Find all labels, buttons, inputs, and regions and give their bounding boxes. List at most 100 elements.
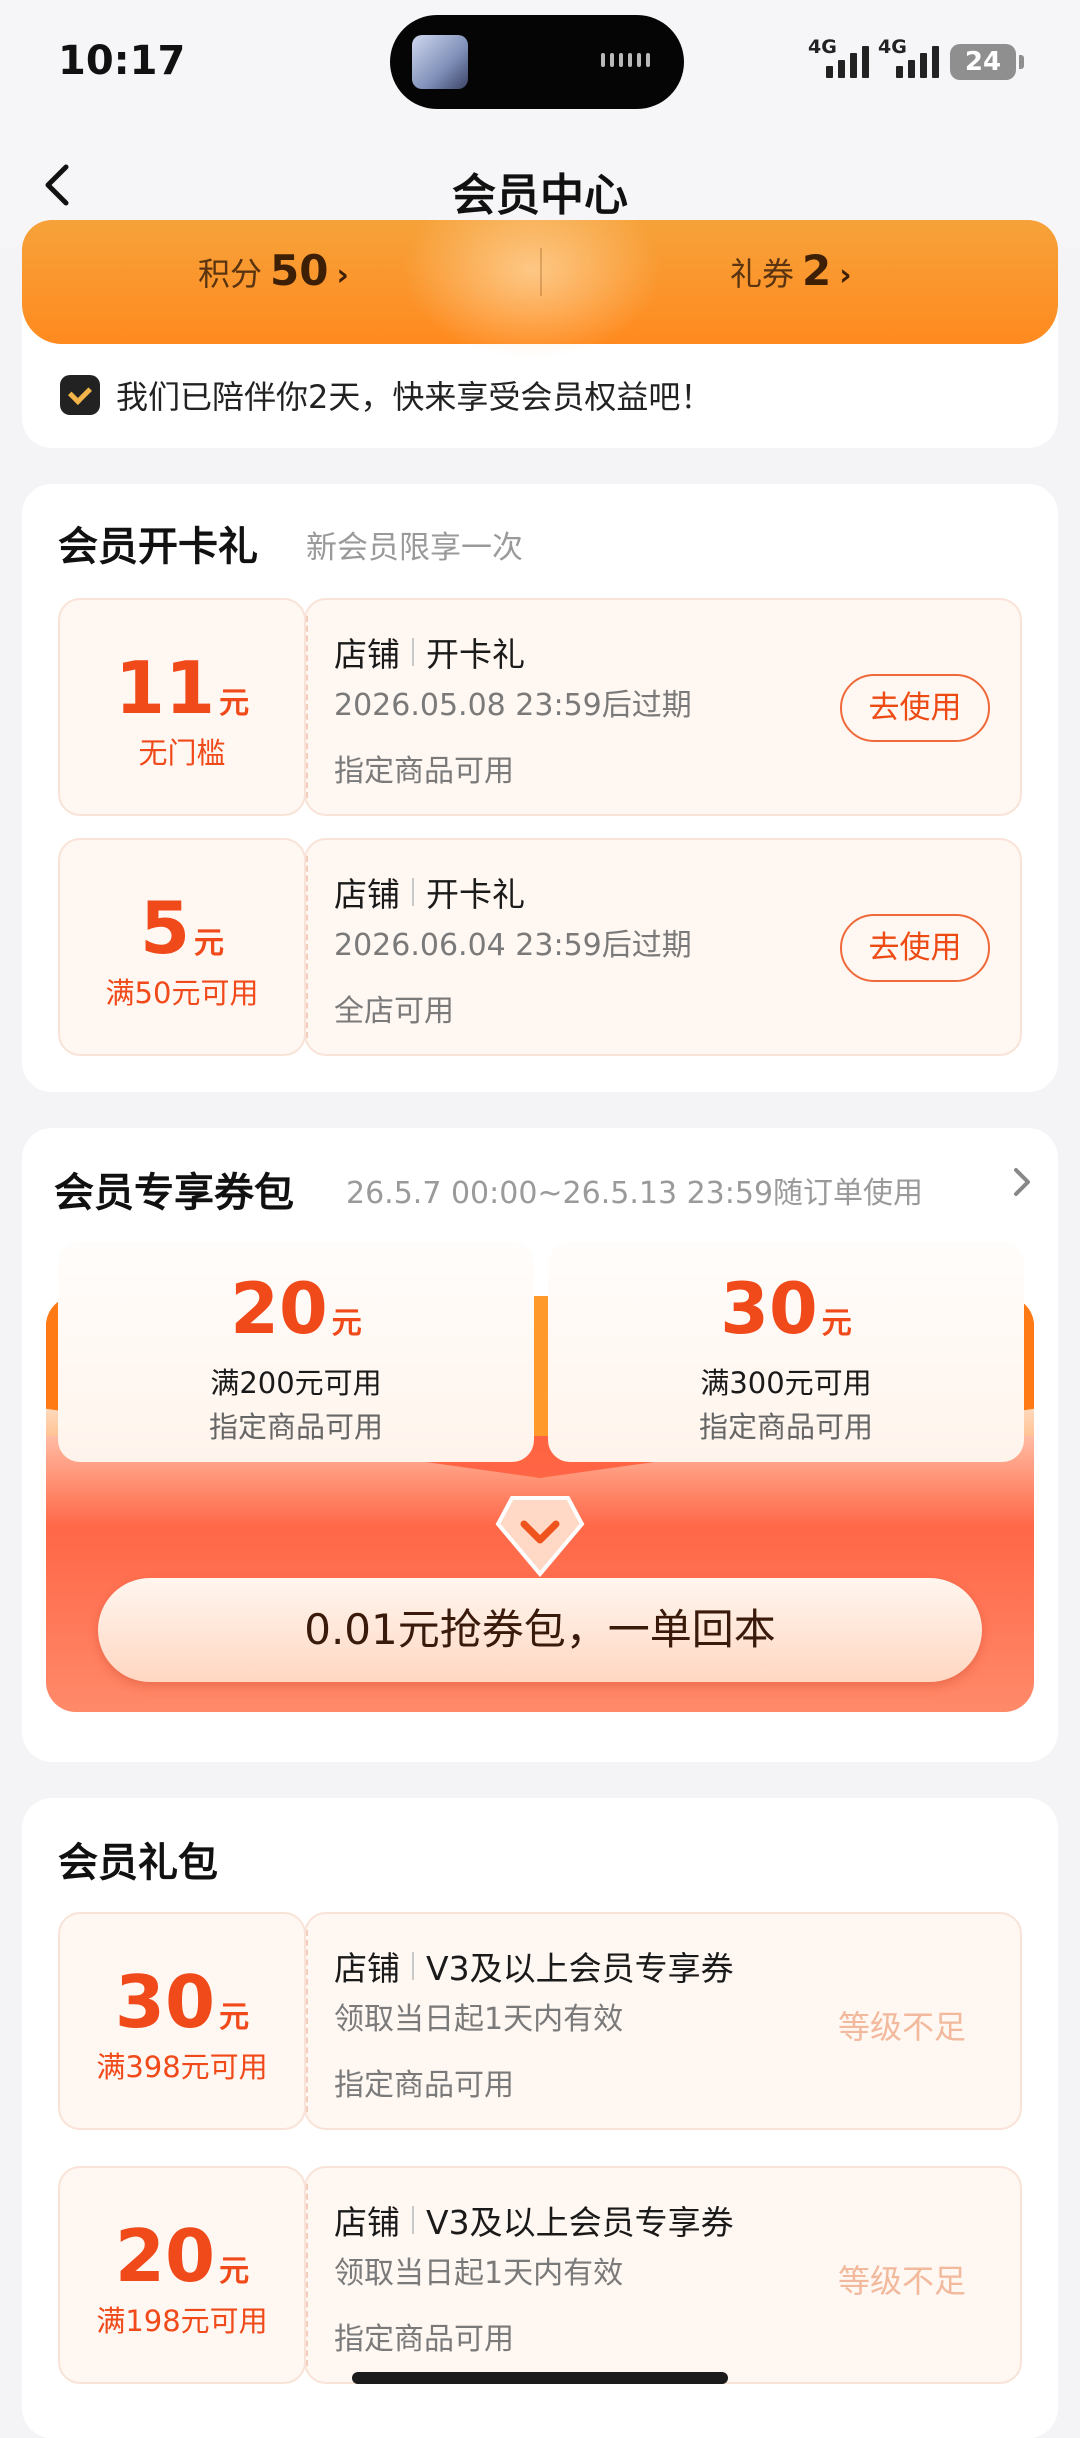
- chevron-right-icon: ›: [839, 258, 852, 293]
- section-title: 会员礼包: [58, 1840, 218, 1886]
- coupon-detail-block: 店铺 开卡礼 2026.05.08 23:59后过期 指定商品可用 去使用: [304, 598, 1022, 816]
- coupon-source: 店铺: [334, 2203, 400, 2242]
- coupon-title: 店铺 开卡礼: [334, 868, 525, 916]
- divider: [540, 248, 542, 296]
- section-subtitle: 新会员限享一次: [306, 530, 523, 566]
- member-gift-section: 会员礼包 30 元 满398元可用 店铺 V3及以上会员专享券 领取当日起1天内有效…: [22, 1798, 1058, 2438]
- coupon-detail-block: 店铺 V3及以上会员专享券 领取当日起1天内有效 指定商品可用 等级不足: [304, 2166, 1022, 2384]
- coupon-title: 店铺 V3及以上会员专享券: [334, 1942, 734, 1990]
- points-label: 积分: [198, 255, 263, 293]
- coupon-detail-block: 店铺 开卡礼 2026.06.04 23:59后过期 全店可用 去使用: [304, 838, 1022, 1056]
- coupon-unit: 元: [219, 2254, 250, 2289]
- coupon-scope: 指定商品可用: [334, 754, 514, 789]
- vip-badge-icon: [60, 375, 100, 415]
- page-title: 会员中心: [452, 170, 628, 221]
- package-condition: 满200元可用: [210, 1366, 382, 1400]
- package-unit: 元: [331, 1306, 362, 1341]
- status-time: 10:17: [58, 38, 186, 84]
- coupon-unit: 元: [219, 686, 250, 721]
- band-glow: [402, 220, 662, 360]
- coupon-amount: 30: [114, 1960, 216, 2044]
- coupon-amount-block: 11 元 无门槛: [58, 598, 306, 816]
- coupon-name: 开卡礼: [426, 635, 525, 674]
- membership-hint: 我们已陪伴你2天，快来享受会员权益吧！: [60, 372, 712, 418]
- package-scope: 指定商品可用: [208, 1410, 383, 1444]
- coupon-condition: 无门槛: [138, 736, 226, 770]
- dashed-divider: [306, 2184, 308, 2366]
- member-summary-card: 积分 50 › 礼券 2 › 我们已陪伴你2天，快来享受会员权益吧！: [22, 220, 1058, 448]
- coupon-source: 店铺: [334, 1949, 400, 1988]
- hint-text: 我们已陪伴你2天，快来享受会员权益吧！: [116, 378, 713, 416]
- points-link[interactable]: 积分 50 ›: [198, 246, 349, 295]
- package-condition: 满300元可用: [700, 1366, 872, 1400]
- coupon-scope: 全店可用: [334, 994, 454, 1029]
- points-value: 50: [270, 246, 329, 295]
- use-coupon-button[interactable]: 去使用: [840, 914, 990, 982]
- coupon-card: 30 元 满398元可用 店铺 V3及以上会员专享券 领取当日起1天内有效 指定商品…: [58, 1912, 1022, 2130]
- coupon-amount-block: 20 元 满198元可用: [58, 2166, 306, 2384]
- diamond-arrow-icon: [495, 1496, 585, 1578]
- dashed-divider: [306, 856, 308, 1038]
- coupon-scope: 指定商品可用: [334, 2068, 514, 2103]
- coupon-source: 店铺: [334, 875, 400, 914]
- coupon-name: V3及以上会员专享券: [426, 1949, 734, 1988]
- buy-package-button[interactable]: 0.01元抢券包，一单回本: [98, 1578, 982, 1682]
- coupon-title: 店铺 V3及以上会员专享券: [334, 2196, 734, 2244]
- home-indicator[interactable]: [352, 2372, 728, 2384]
- coupon-condition: 满198元可用: [96, 2304, 268, 2338]
- section-title: 会员开卡礼: [58, 524, 258, 570]
- coupon-title: 店铺 开卡礼: [334, 628, 525, 676]
- coupon-expire: 2026.05.08 23:59后过期: [334, 688, 692, 723]
- coupon-condition: 满398元可用: [96, 2050, 268, 2084]
- package-period: 26.5.7 00:00~26.5.13 23:59随订单使用: [346, 1176, 924, 1211]
- section-title: 会员专享券包: [54, 1170, 294, 1216]
- coupon-expire: 领取当日起1天内有效: [334, 2002, 624, 2037]
- coupon-card: 5元 满50元可用 店铺 开卡礼 2026.06.04 23:59后过期 全店可用…: [58, 838, 1022, 1056]
- dashed-divider: [306, 616, 308, 798]
- level-insufficient-label: 等级不足: [837, 2008, 966, 2046]
- coupons-link[interactable]: 礼券 2 ›: [730, 246, 852, 295]
- coupon-name: 开卡礼: [426, 875, 525, 914]
- points-band: 积分 50 › 礼券 2 ›: [22, 220, 1058, 360]
- coupon-amount: 5: [139, 886, 191, 970]
- separator: [412, 638, 414, 666]
- dashed-divider: [306, 1930, 308, 2112]
- coupons-value: 2: [802, 246, 832, 295]
- coupon-scope: 指定商品可用: [334, 2322, 514, 2357]
- coupon-amount-block: 5元 满50元可用: [58, 838, 306, 1056]
- coupon-amount: 20: [114, 2214, 216, 2298]
- coupon-source: 店铺: [334, 635, 400, 674]
- coupon-card: 20 元 满198元可用 店铺 V3及以上会员专享券 领取当日起1天内有效 指定商品…: [58, 2166, 1022, 2384]
- coupon-amount: 11: [114, 646, 216, 730]
- package-coupon: 30 元 满300元可用 指定商品可用: [548, 1242, 1024, 1462]
- dynamic-island[interactable]: [390, 15, 684, 109]
- coupon-name: V3及以上会员专享券: [426, 2203, 734, 2242]
- coupon-card: 11 元 无门槛 店铺 开卡礼 2026.05.08 23:59后过期 指定商品可用…: [58, 598, 1022, 816]
- chevron-right-icon: ›: [336, 258, 349, 293]
- battery-indicator: 24: [950, 44, 1024, 80]
- coupon-expire: 领取当日起1天内有效: [334, 2256, 624, 2291]
- media-thumbnail: [412, 35, 468, 89]
- coupon-amount-block: 30 元 满398元可用: [58, 1912, 306, 2130]
- chevron-right-icon[interactable]: [1004, 1164, 1040, 1200]
- coupon-condition: 满50元可用: [105, 976, 259, 1010]
- level-insufficient-label: 等级不足: [837, 2262, 966, 2300]
- coupon-detail-block: 店铺 V3及以上会员专享券 领取当日起1天内有效 指定商品可用 等级不足: [304, 1912, 1022, 2130]
- separator: [412, 2206, 414, 2234]
- open-card-gift-section: 会员开卡礼 新会员限享一次 11 元 无门槛 店铺 开卡礼 2026.05.08 2…: [22, 484, 1058, 1092]
- use-coupon-button[interactable]: 去使用: [840, 674, 990, 742]
- coupon-unit: 元: [219, 2000, 250, 2035]
- audio-wave-icon: [601, 53, 650, 67]
- package-unit: 元: [821, 1306, 852, 1341]
- coupons-label: 礼券: [730, 255, 795, 293]
- package-amount: 20: [230, 1268, 328, 1350]
- coupon-expire: 2026.06.04 23:59后过期: [334, 928, 692, 963]
- coupon-package-section: 会员专享券包 26.5.7 00:00~26.5.13 23:59随订单使用 2…: [22, 1128, 1058, 1762]
- coupon-unit: 元: [194, 926, 225, 961]
- separator: [412, 878, 414, 906]
- package-coupon: 20 元 满200元可用 指定商品可用: [58, 1242, 534, 1462]
- package-amount: 30: [720, 1268, 818, 1350]
- package-scope: 指定商品可用: [698, 1410, 873, 1444]
- status-bar: 10:17 4G 4G 24: [0, 0, 1080, 125]
- separator: [412, 1952, 414, 1980]
